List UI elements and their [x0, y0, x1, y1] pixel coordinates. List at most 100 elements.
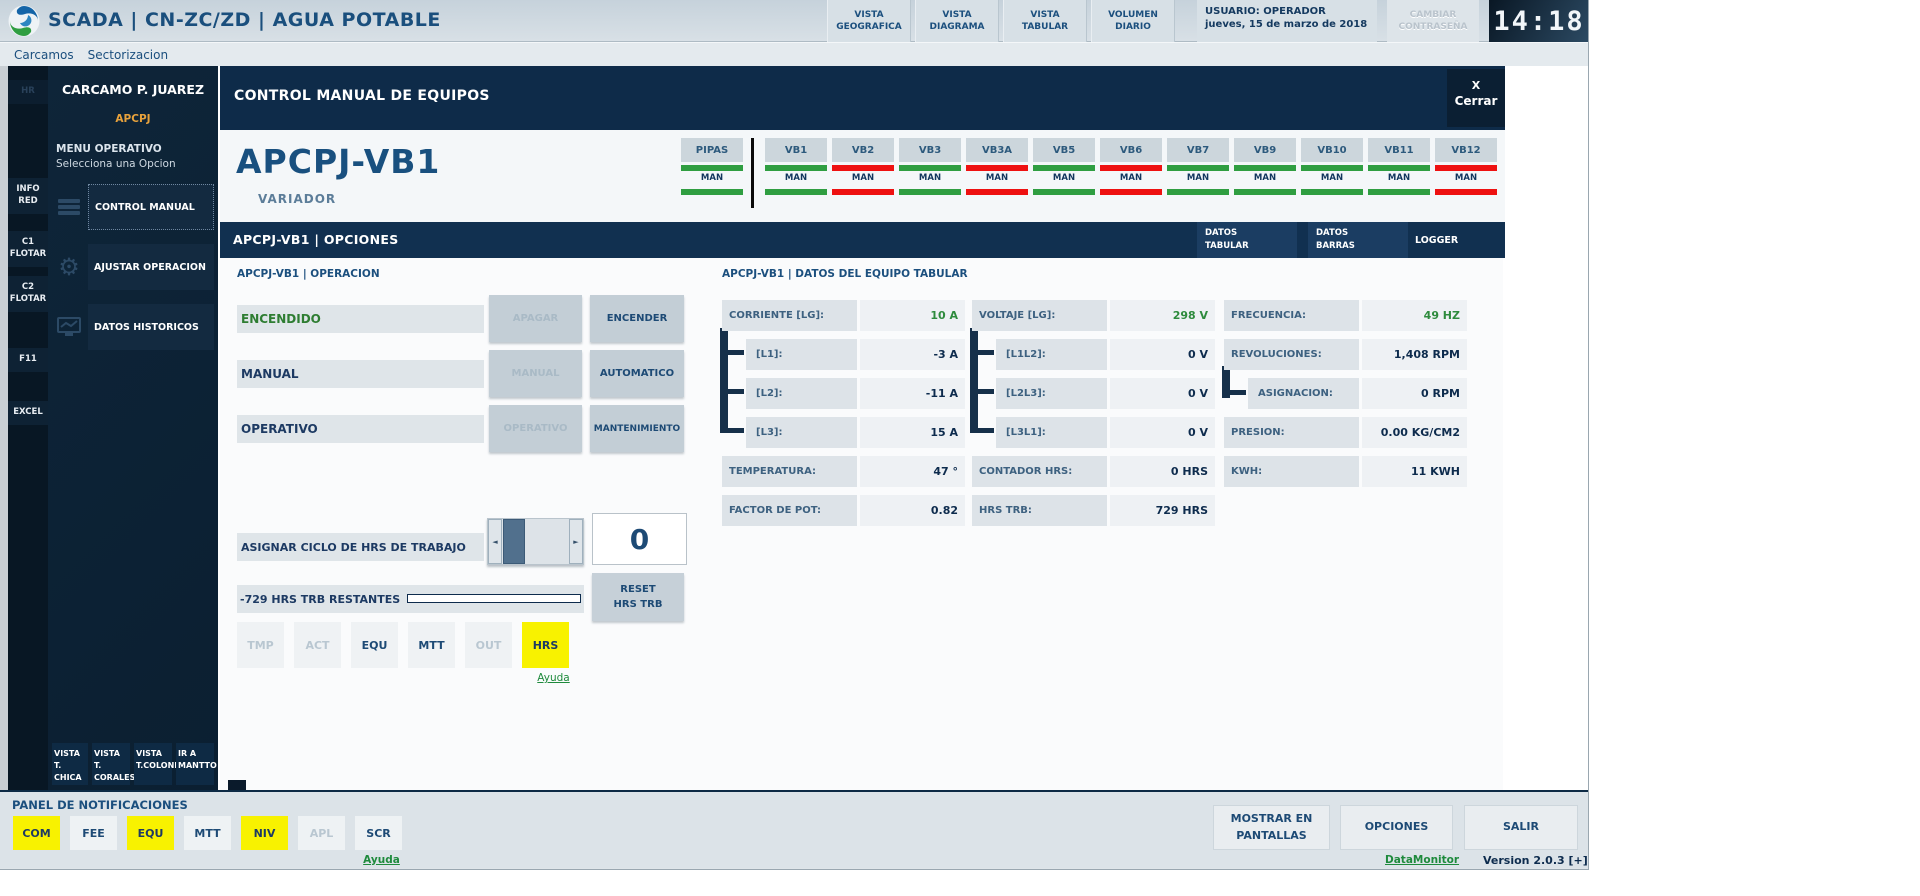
operativo-button[interactable]: OPERATIVO: [489, 405, 582, 452]
close-button[interactable]: X Cerrar: [1447, 69, 1505, 127]
equipment-name: APCPJ-VB1: [236, 142, 440, 181]
page-right-gap: [1503, 66, 1589, 790]
equipment-tab-vb9[interactable]: VB9 MAN: [1234, 138, 1296, 195]
status-bar-bottom: [899, 189, 961, 195]
datos-column-corriente: CORRIENTE [LG]: 10 A [L1]: -3 A [L2]: -1…: [722, 300, 967, 534]
encender-button[interactable]: ENCENDER: [590, 295, 684, 342]
mtt-button[interactable]: MTT: [408, 622, 455, 668]
mostrar-en-pantallas-button[interactable]: MOSTRAR EN PANTALLAS: [1213, 805, 1330, 850]
scroll-thumb[interactable]: [503, 519, 525, 564]
equipment-tab-vb10[interactable]: VB10 MAN: [1301, 138, 1363, 195]
change-password-button[interactable]: CAMBIAR CONTRASEÑA: [1387, 0, 1479, 42]
tab-button[interactable]: VB5: [1033, 138, 1095, 162]
rail-item-c2-flotar[interactable]: C2 FLOTAR: [8, 276, 48, 312]
equipment-tab-vb7[interactable]: VB7 MAN: [1167, 138, 1229, 195]
tab-button[interactable]: VB6: [1100, 138, 1162, 162]
nav-vista-geografica-button[interactable]: VISTA GEOGRAFICA: [827, 0, 911, 42]
rail-item-excel[interactable]: EXCEL: [8, 401, 48, 425]
sidebar-item-control-manual[interactable]: CONTROL MANUAL: [50, 184, 214, 230]
mode-label: MAN: [1368, 173, 1430, 186]
niv-button[interactable]: NIV: [241, 816, 288, 850]
tab-button[interactable]: VB11: [1368, 138, 1430, 162]
manual-button[interactable]: MANUAL: [489, 350, 582, 397]
close-label: Cerrar: [1447, 94, 1505, 108]
rail-item-f11[interactable]: F11: [8, 348, 48, 372]
menu-sectorizacion[interactable]: Sectorizacion: [88, 48, 168, 62]
tab-button[interactable]: VB2: [832, 138, 894, 162]
vista-t-corales-button[interactable]: VISTA T. CORALES: [92, 743, 130, 785]
equipment-tab-vb6[interactable]: VB6 MAN: [1100, 138, 1162, 195]
apagar-button[interactable]: APAGAR: [489, 295, 582, 342]
automatico-button[interactable]: AUTOMATICO: [590, 350, 684, 397]
scroll-right-arrow-icon[interactable]: ►: [569, 519, 583, 564]
tab-button[interactable]: VB12: [1435, 138, 1497, 162]
sidebar-item-datos-historicos[interactable]: DATOS HISTORICOS: [50, 304, 214, 350]
equipment-tab-vb12[interactable]: VB12 MAN: [1435, 138, 1497, 195]
cycle-hours-value: 0: [592, 513, 687, 565]
scr-button[interactable]: SCR: [355, 816, 402, 850]
hrs-button[interactable]: HRS: [522, 622, 569, 668]
sidebar-item-label: CONTROL MANUAL: [88, 184, 214, 230]
datos-barras-button[interactable]: DATOS BARRAS: [1308, 222, 1408, 258]
sidebar-item-ajustar-operacion[interactable]: ⚙ AJUSTAR OPERACION: [50, 244, 214, 290]
operacion-ayuda-link[interactable]: Ayuda: [530, 672, 577, 684]
data-row: CORRIENTE [LG]: 10 A: [722, 300, 967, 331]
out-button[interactable]: OUT: [465, 622, 512, 668]
rail-item-hr[interactable]: HR: [8, 80, 48, 104]
equ-button[interactable]: EQU: [351, 622, 398, 668]
tab-button[interactable]: VB3A: [966, 138, 1028, 162]
operacion-section-title: APCPJ-VB1 | OPERACION: [237, 268, 380, 280]
data-row: [L2L3]: 0 V: [972, 378, 1217, 409]
tab-button[interactable]: VB3: [899, 138, 961, 162]
equipment-tab-vb5[interactable]: VB5 MAN: [1033, 138, 1095, 195]
equ-notif-button[interactable]: EQU: [127, 816, 174, 850]
data-value: 0 RPM: [1362, 378, 1467, 409]
data-row: [L1]: -3 A: [722, 339, 967, 370]
com-button[interactable]: COM: [13, 816, 60, 850]
vista-t-chica-button[interactable]: VISTA T. CHICA: [52, 743, 88, 785]
equipment-tab-vb1[interactable]: VB1 MAN: [765, 138, 827, 195]
equipment-tab-vb3a[interactable]: VB3A MAN: [966, 138, 1028, 195]
tab-button[interactable]: VB1: [765, 138, 827, 162]
scroll-left-arrow-icon[interactable]: ◄: [488, 519, 502, 564]
data-row: TEMPERATURA: 47 °: [722, 456, 967, 487]
tab-button[interactable]: VB7: [1167, 138, 1229, 162]
tmp-button[interactable]: TMP: [237, 622, 284, 668]
ir-a-mantto-button[interactable]: IR A MANTTO: [176, 743, 214, 785]
equipment-tab-vb3[interactable]: VB3 MAN: [899, 138, 961, 195]
data-row: ASIGNACION: 0 RPM: [1224, 378, 1469, 409]
scada-app-window: SCADA | CN-ZC/ZD | AGUA POTABLE VISTA GE…: [0, 0, 1589, 870]
data-label: [L2]:: [746, 378, 857, 409]
cycle-hours-scrollbar[interactable]: ◄ ►: [487, 518, 584, 565]
footer-ayuda-link[interactable]: Ayuda: [358, 854, 405, 866]
salir-button[interactable]: SALIR: [1464, 805, 1578, 850]
nav-vista-tabular-button[interactable]: VISTA TABULAR: [1003, 0, 1087, 42]
mantenimiento-button[interactable]: MANTENIMIENTO: [590, 405, 684, 452]
equipment-tab-pipas[interactable]: PIPAS MAN: [681, 138, 743, 195]
menu-carcamos[interactable]: Carcamos: [14, 48, 74, 62]
act-button[interactable]: ACT: [294, 622, 341, 668]
apl-button[interactable]: APL: [298, 816, 345, 850]
nav-volumen-diario-button[interactable]: VOLUMEN DIARIO: [1091, 0, 1175, 42]
reset-hrs-trb-button[interactable]: RESET HRS TRB: [592, 573, 684, 621]
monitor-chart-icon: [50, 317, 88, 337]
fee-button[interactable]: FEE: [70, 816, 117, 850]
rail-item-info-red[interactable]: INFO RED: [8, 178, 48, 214]
equipment-tab-vb2[interactable]: VB2 MAN: [832, 138, 894, 195]
mtt-notif-button[interactable]: MTT: [184, 816, 231, 850]
datos-section-title: APCPJ-VB1 | DATOS DEL EQUIPO TABULAR: [722, 268, 968, 280]
vista-t-colonia-button[interactable]: VISTA T.COLONIA: [134, 743, 172, 785]
tab-button[interactable]: VB10: [1301, 138, 1363, 162]
logger-button[interactable]: LOGGER: [1415, 222, 1505, 258]
opciones-button[interactable]: OPCIONES: [1340, 805, 1453, 850]
rail-item-c1-flotar[interactable]: C1 FLOTAR: [8, 231, 48, 267]
equipment-tab-vb11[interactable]: VB11 MAN: [1368, 138, 1430, 195]
datos-tabular-button[interactable]: DATOS TABULAR: [1197, 222, 1297, 258]
tab-button[interactable]: VB9: [1234, 138, 1296, 162]
datamonitor-link[interactable]: DataMonitor: [1385, 854, 1459, 866]
tab-button[interactable]: PIPAS: [681, 138, 743, 162]
nav-vista-diagrama-button[interactable]: VISTA DIAGRAMA: [915, 0, 999, 42]
data-value: -11 A: [860, 378, 965, 409]
data-label: FRECUENCIA:: [1224, 300, 1359, 331]
data-label: ASIGNACION:: [1248, 378, 1359, 409]
